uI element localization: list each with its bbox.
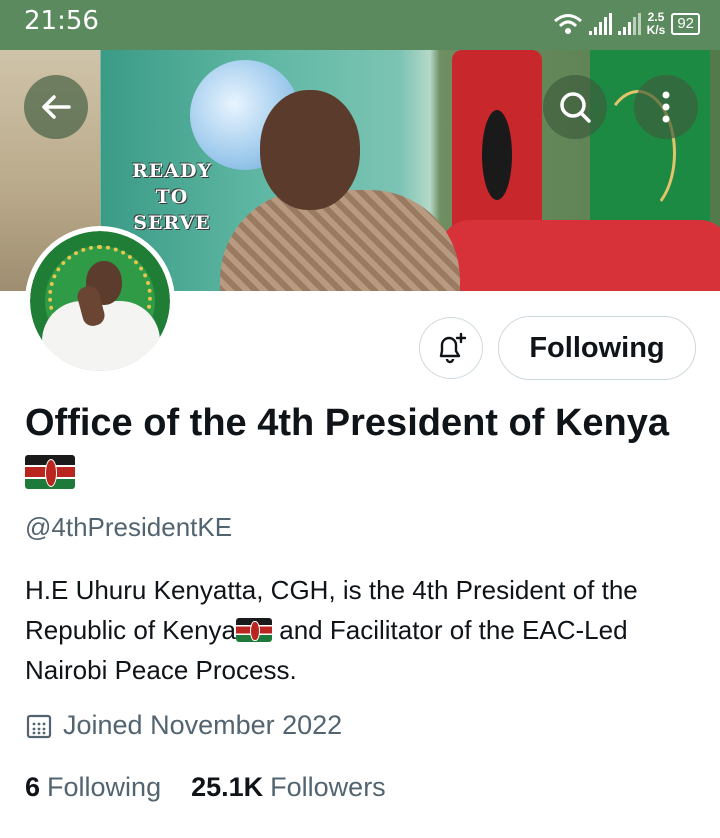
banner-slogan: READY TO SERVE — [131, 160, 213, 234]
battery-level: 92 — [671, 13, 700, 35]
network-speed: 2.5 K/s — [646, 10, 666, 37]
profile-bio: H.E Uhuru Kenyatta, CGH, is the 4th Pres… — [25, 575, 638, 685]
following-stat-link[interactable]: 6 Following — [25, 772, 161, 803]
calendar-icon — [26, 714, 52, 738]
status-bar: 21:56 2.5 K/s 92 — [0, 0, 720, 50]
signal-icon-2 — [617, 13, 641, 35]
battery-indicator: 92 — [671, 13, 700, 35]
followers-stat-link[interactable]: 25.1K Followers — [191, 772, 386, 803]
notifications-button[interactable] — [419, 317, 483, 379]
status-icons: 2.5 K/s 92 — [553, 4, 700, 44]
joined-date: Joined November 2022 — [25, 710, 342, 741]
profile-handle: @4thPresidentKE — [25, 512, 233, 542]
profile-name-text: Office of the 4th President of Kenya — [25, 402, 669, 444]
signal-icon — [588, 13, 612, 35]
kenya-flag-icon — [236, 618, 273, 642]
joined-text: Joined November 2022 — [63, 710, 343, 740]
wifi-icon — [553, 14, 582, 34]
following-count: 6 — [25, 772, 41, 802]
following-button[interactable]: Following — [498, 316, 696, 380]
avatar[interactable] — [25, 226, 175, 376]
more-button[interactable] — [634, 75, 698, 139]
kenya-flag-icon — [25, 455, 75, 489]
arrow-left-icon — [42, 95, 71, 119]
more-vertical-icon — [662, 91, 670, 123]
banner-portrait — [220, 90, 470, 291]
bell-plus-icon — [439, 332, 467, 364]
search-button[interactable] — [543, 75, 607, 139]
followers-count: 25.1K — [191, 772, 264, 802]
search-icon — [560, 92, 591, 123]
follow-stats: 6 Following 25.1K Followers — [25, 772, 386, 803]
status-time: 21:56 — [24, 6, 99, 36]
back-button[interactable] — [24, 75, 88, 139]
profile-name: Office of the 4th President of Kenya — [25, 398, 685, 498]
followers-label: Followers — [270, 772, 386, 802]
following-label: Following — [47, 772, 162, 802]
